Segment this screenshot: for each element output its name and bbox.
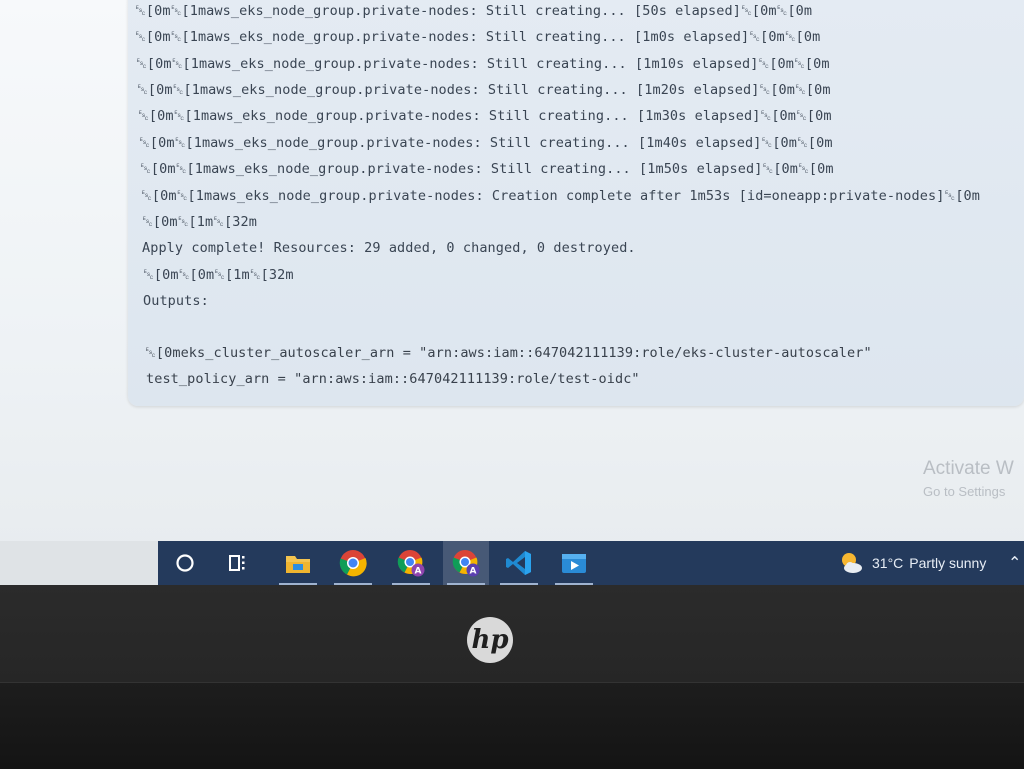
- laptop-hinge: [0, 682, 1024, 769]
- terminal-line: ␛[0m␛[1m␛[32m: [142, 214, 257, 230]
- terminal-line: ␛[0m␛[1maws_eks_node_group.private-nodes…: [136, 56, 830, 72]
- chrome-icon[interactable]: [330, 541, 376, 585]
- terminal-line: ␛[0m␛[1maws_eks_node_group.private-nodes…: [140, 161, 834, 177]
- weather-temperature: 31°C: [872, 555, 904, 571]
- output-test-policy-arn: test_policy_arn = "arn:aws:iam::64704211…: [146, 371, 640, 387]
- chrome-profile-a-active-icon[interactable]: A: [443, 541, 489, 585]
- watermark-title: Activate W: [923, 458, 1014, 479]
- weather-widget[interactable]: 31°C Partly sunny: [838, 541, 986, 585]
- svg-text:A: A: [415, 567, 422, 577]
- desktop-strip: [0, 541, 158, 585]
- svg-text:A: A: [470, 567, 477, 577]
- activate-windows-watermark: Activate W Go to Settings: [923, 458, 1014, 499]
- chevron-up-icon[interactable]: ⌃: [1008, 553, 1021, 572]
- hp-logo-text: hp: [471, 625, 509, 655]
- screen: ␛[0m␛[1maws_eks_node_group.private-nodes…: [0, 0, 1024, 585]
- media-player-icon[interactable]: [551, 541, 597, 585]
- vscode-icon[interactable]: [496, 541, 542, 585]
- taskbar: A A 31°C Partly sunny ⌃: [158, 541, 1024, 585]
- output-autoscaler-arn: ␛[0meks_cluster_autoscaler_arn = "arn:aw…: [145, 345, 872, 361]
- terminal-line: ␛[0m␛[1maws_eks_node_group.private-nodes…: [135, 29, 821, 45]
- terminal-line: ␛[0m␛[1maws_eks_node_group.private-nodes…: [139, 135, 833, 151]
- file-explorer-icon[interactable]: [275, 541, 321, 585]
- hp-logo: hp: [467, 617, 513, 663]
- outputs-heading: Outputs:: [143, 293, 209, 309]
- watermark-subtitle: Go to Settings: [923, 484, 1006, 499]
- apply-complete-message: Apply complete! Resources: 29 added, 0 c…: [142, 240, 636, 256]
- partly-sunny-icon: [842, 553, 862, 573]
- weather-description: Partly sunny: [909, 555, 987, 571]
- terminal-line: ␛[0m␛[1maws_eks_node_group.private-nodes…: [137, 82, 831, 98]
- terminal-output: ␛[0m␛[1maws_eks_node_group.private-nodes…: [128, 0, 1024, 406]
- terminal-line: ␛[0m␛[1maws_eks_node_group.private-nodes…: [141, 188, 981, 204]
- terminal-line: ␛[0m␛[1maws_eks_node_group.private-nodes…: [135, 3, 813, 19]
- chrome-profile-a-icon[interactable]: A: [388, 541, 434, 585]
- terminal-line: ␛[0m␛[1maws_eks_node_group.private-nodes…: [138, 108, 832, 124]
- task-view-icon[interactable]: [215, 541, 261, 585]
- cortana-icon[interactable]: [162, 541, 208, 585]
- terminal-line: ␛[0m␛[0m␛[1m␛[32m: [143, 267, 294, 283]
